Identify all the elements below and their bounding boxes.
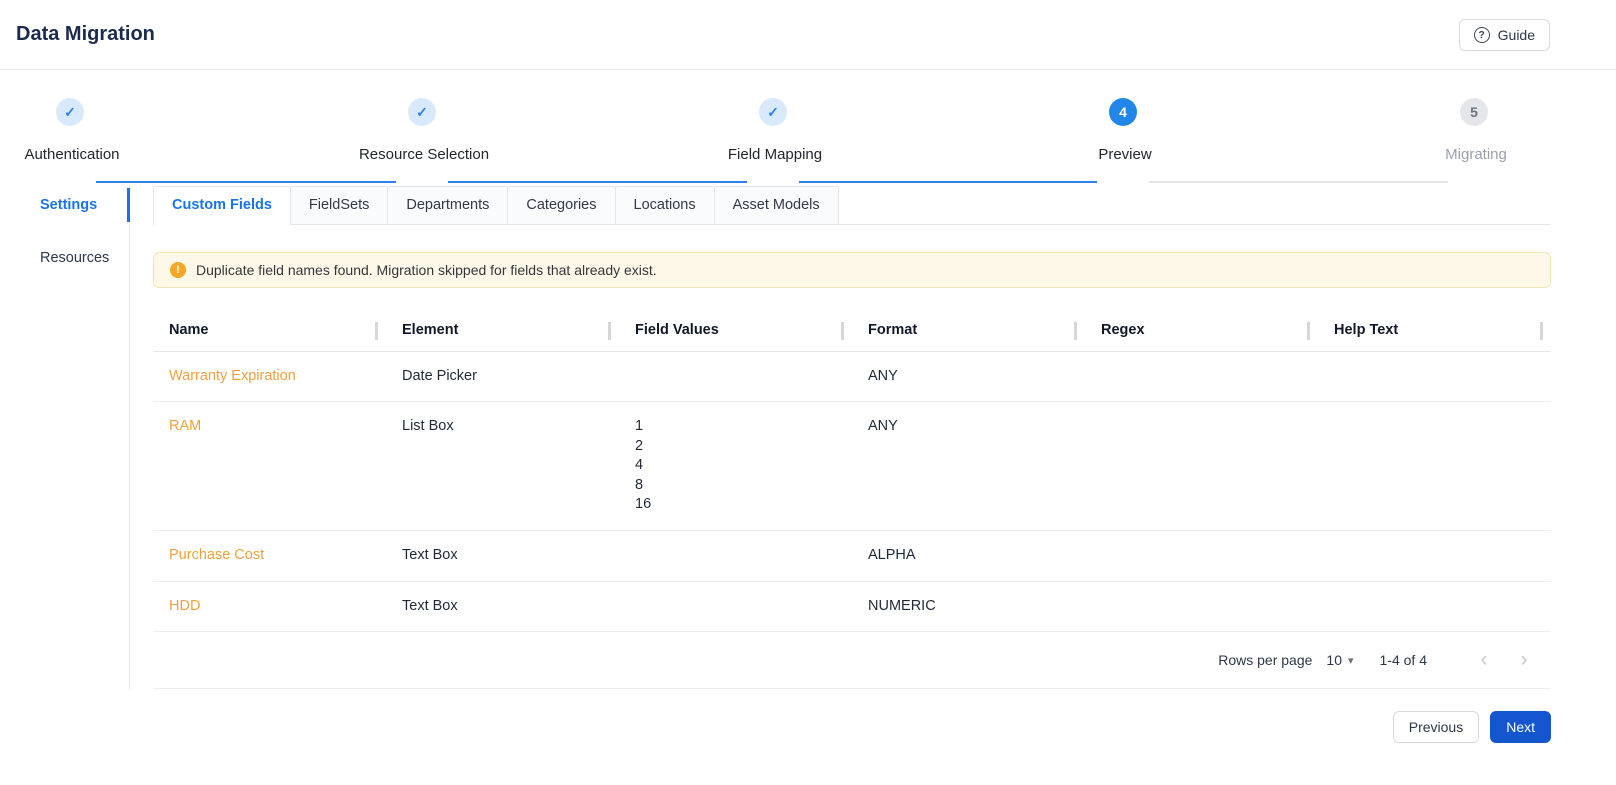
- column-resize-handle[interactable]: [1540, 321, 1543, 340]
- cell-field-values: [619, 531, 852, 581]
- column-header-format: Format: [852, 311, 1085, 351]
- tab-fieldsets[interactable]: FieldSets: [290, 186, 389, 225]
- step-connector-1: [96, 181, 396, 183]
- step-label-field-mapping: Field Mapping: [727, 146, 823, 163]
- cell-element: Text Box: [402, 597, 458, 614]
- cell-regex: [1085, 582, 1318, 632]
- step-4-preview-badge: 4: [1109, 98, 1137, 126]
- wizard-actions: Previous Next: [0, 689, 1616, 744]
- step-connector-2: [448, 181, 747, 183]
- cell-help-text: [1318, 402, 1551, 530]
- step-connector-3: [799, 181, 1097, 183]
- duplicate-fields-alert: ! Duplicate field names found. Migration…: [153, 252, 1551, 288]
- step-1-authentication-check-icon: ✓: [56, 98, 84, 126]
- table-row: HDD Text Box NUMERIC: [153, 582, 1551, 633]
- step-label-resource-selection: Resource Selection: [358, 146, 490, 163]
- cell-field-values: 1 2 4 8 16: [635, 418, 652, 513]
- sidebar-item-resources[interactable]: Resources: [0, 239, 130, 277]
- step-5-migrating-badge: 5: [1460, 98, 1488, 126]
- tab-categories[interactable]: Categories: [508, 186, 616, 225]
- column-header-help-text: Help Text: [1318, 311, 1551, 351]
- column-resize-handle[interactable]: [375, 321, 378, 340]
- step-2-resource-selection-check-icon: ✓: [408, 98, 436, 126]
- sidebar-item-settings[interactable]: Settings: [0, 186, 130, 224]
- caret-down-icon: ▾: [1347, 654, 1354, 667]
- pagination-range: 1-4 of 4: [1379, 652, 1427, 669]
- column-resize-handle[interactable]: [1074, 321, 1077, 340]
- cell-format: ALPHA: [868, 546, 916, 563]
- column-resize-handle[interactable]: [1307, 321, 1310, 340]
- rows-per-page-value: 10: [1326, 652, 1342, 669]
- next-button[interactable]: Next: [1490, 711, 1551, 744]
- cell-name[interactable]: Warranty Expiration: [153, 352, 386, 402]
- tab-bar-filler: [838, 186, 1551, 225]
- tab-departments[interactable]: Departments: [388, 186, 509, 225]
- help-circle-icon: ?: [1473, 26, 1490, 43]
- cell-name[interactable]: Purchase Cost: [153, 531, 386, 581]
- cell-help-text: [1318, 352, 1551, 402]
- table-header-row: Name Element Field Values Format Regex H…: [153, 311, 1551, 352]
- migration-stepper: ✓ ✓ ✓ 4 5 Authentication Resource Select…: [0, 70, 1616, 183]
- cell-help-text: [1318, 531, 1551, 581]
- sidebar: Settings Resources: [0, 186, 130, 690]
- tab-asset-models[interactable]: Asset Models: [714, 186, 839, 225]
- column-resize-handle[interactable]: [608, 321, 611, 340]
- column-header-element: Element: [386, 311, 619, 351]
- cell-element: Text Box: [402, 546, 458, 563]
- tab-custom-fields[interactable]: Custom Fields: [153, 186, 291, 225]
- column-header-field-values: Field Values: [619, 311, 852, 351]
- cell-regex: [1085, 531, 1318, 581]
- previous-button[interactable]: Previous: [1392, 711, 1480, 744]
- main-panel: Custom Fields FieldSets Departments Cate…: [130, 186, 1616, 690]
- table-row: Warranty Expiration Date Picker ANY: [153, 352, 1551, 403]
- table-row: RAM List Box 1 2 4 8 16 ANY: [153, 402, 1551, 531]
- column-header-name: Name: [153, 311, 386, 351]
- cell-format: ANY: [868, 418, 898, 435]
- table-row: Purchase Cost Text Box ALPHA: [153, 531, 1551, 582]
- step-label-preview: Preview: [1098, 146, 1152, 163]
- page-title: Data Migration: [16, 23, 155, 45]
- column-header-regex: Regex: [1085, 311, 1318, 351]
- guide-button[interactable]: ? Guide: [1458, 18, 1550, 51]
- warning-icon: !: [170, 262, 186, 278]
- cell-format: ANY: [868, 367, 898, 384]
- table-pagination: Rows per page 10 ▾ 1-4 of 4 ‹ ›: [153, 632, 1551, 690]
- cell-format: NUMERIC: [868, 597, 936, 614]
- chevron-left-icon: ‹: [1480, 648, 1488, 672]
- custom-fields-table: Name Element Field Values Format Regex H…: [153, 311, 1551, 690]
- cell-name[interactable]: HDD: [153, 582, 386, 632]
- cell-field-values: [619, 582, 852, 632]
- next-page-button[interactable]: ›: [1509, 645, 1539, 675]
- step-label-migrating: Migrating: [1445, 146, 1507, 163]
- cell-help-text: [1318, 582, 1551, 632]
- tab-bar: Custom Fields FieldSets Departments Cate…: [153, 186, 1551, 225]
- column-resize-handle[interactable]: [841, 321, 844, 340]
- guide-button-label: Guide: [1497, 26, 1535, 43]
- step-connector-4: [1149, 181, 1448, 183]
- content-area: Settings Resources Custom Fields FieldSe…: [0, 186, 1616, 690]
- cell-name[interactable]: RAM: [153, 402, 386, 530]
- cell-regex: [1085, 352, 1318, 402]
- cell-regex: [1085, 402, 1318, 530]
- cell-element: Date Picker: [402, 367, 477, 384]
- rows-per-page-label: Rows per page: [1218, 652, 1313, 669]
- tab-locations[interactable]: Locations: [615, 186, 715, 225]
- rows-per-page-select[interactable]: 10 ▾: [1326, 652, 1353, 668]
- previous-page-button[interactable]: ‹: [1469, 645, 1499, 675]
- alert-message: Duplicate field names found. Migration s…: [196, 262, 657, 278]
- cell-element: List Box: [402, 418, 454, 435]
- table-body: Warranty Expiration Date Picker ANY RAM …: [153, 352, 1551, 633]
- step-3-field-mapping-check-icon: ✓: [759, 98, 787, 126]
- page-header: Data Migration ? Guide: [0, 0, 1616, 70]
- step-label-authentication: Authentication: [24, 146, 120, 163]
- cell-field-values: [619, 352, 852, 402]
- chevron-right-icon: ›: [1520, 648, 1528, 672]
